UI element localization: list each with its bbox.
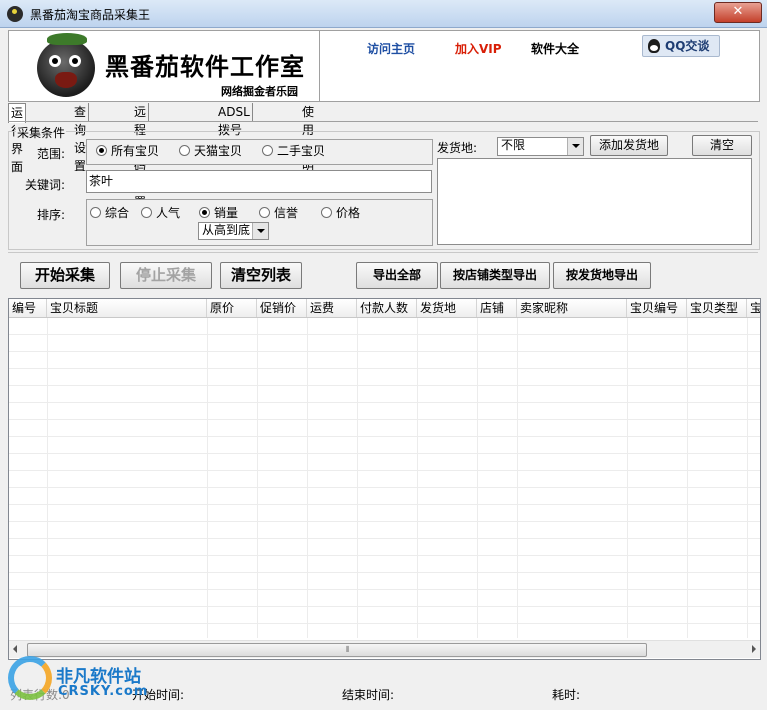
ship-label: 发货地: <box>437 141 478 155</box>
qq-penguin-icon <box>648 39 660 53</box>
window-title: 黑番茄淘宝商品采集王 <box>30 8 151 22</box>
col-header[interactable]: 原价 <box>207 299 257 317</box>
col-divider <box>307 318 308 638</box>
tab-adsl[interactable]: ADSL拨号设置 <box>216 103 253 155</box>
home-link[interactable]: 访问主页 <box>367 40 415 57</box>
qq-chat-label: QQ交谈 <box>665 39 710 53</box>
separator <box>8 252 758 253</box>
col-header[interactable]: 付款人数 <box>357 299 417 317</box>
crsky-logo-icon <box>8 656 52 700</box>
sort-radio-overall[interactable]: 综合 <box>90 206 129 220</box>
ship-list[interactable] <box>437 158 752 245</box>
sort-radio-popularity[interactable]: 人气 <box>141 206 180 220</box>
vip-link[interactable]: 加入VIP <box>455 40 502 57</box>
stop-button[interactable]: 停止采集 <box>120 262 212 289</box>
col-header[interactable]: 发货地 <box>417 299 477 317</box>
elapsed-time: 耗时: <box>552 688 581 702</box>
export-all-button[interactable]: 导出全部 <box>356 262 438 289</box>
export-by-ship-button[interactable]: 按发货地导出 <box>553 262 651 289</box>
scope-radio-secondhand[interactable]: 二手宝贝 <box>262 144 325 158</box>
tab-query-settings[interactable]: 查询设置 <box>72 103 90 173</box>
end-time: 结束时间: <box>342 688 395 702</box>
col-header[interactable]: 运费 <box>307 299 357 317</box>
sort-order-select[interactable]: 从高到底 <box>198 222 269 240</box>
col-header[interactable]: 编号 <box>9 299 47 317</box>
col-header[interactable]: 宝贝编号 <box>627 299 687 317</box>
results-table[interactable]: 编号 宝贝标题 原价 促销价 运费 付款人数 发货地 店铺 卖家昵称 宝贝编号 … <box>8 298 761 660</box>
app-icon <box>7 6 23 22</box>
close-button[interactable]: ✕ <box>714 2 762 23</box>
col-header[interactable]: 宝贝标题 <box>47 299 207 317</box>
sort-radio-price[interactable]: 价格 <box>321 206 360 220</box>
col-header[interactable]: 宝 <box>747 299 760 317</box>
col-divider <box>517 318 518 638</box>
scope-radio-tmall[interactable]: 天猫宝贝 <box>179 144 242 158</box>
tab-divider <box>8 121 758 122</box>
scope-radio-all[interactable]: 所有宝贝 <box>96 144 159 158</box>
ship-select[interactable]: 不限 <box>497 137 584 156</box>
keyword-label: 关键词: <box>25 178 66 192</box>
title-bar: 黑番茄淘宝商品采集王 ✕ <box>0 0 767 28</box>
logo: 黑番茄软件工作室 网络掘金者乐园 <box>9 31 320 101</box>
col-divider <box>687 318 688 638</box>
col-divider <box>477 318 478 638</box>
ship-value: 不限 <box>501 138 526 152</box>
clear-ship-button[interactable]: 清空 <box>692 135 752 156</box>
table-grid <box>9 318 760 638</box>
sort-label: 排序: <box>37 208 66 222</box>
software-link[interactable]: 软件大全 <box>531 40 579 57</box>
col-header[interactable]: 宝贝类型 <box>687 299 747 317</box>
scroll-right-icon[interactable] <box>752 645 756 653</box>
col-divider <box>357 318 358 638</box>
col-divider <box>747 318 748 638</box>
brand-title: 黑番茄软件工作室 <box>105 52 305 81</box>
col-divider <box>627 318 628 638</box>
sort-order-value: 从高到底 <box>202 223 251 237</box>
add-ship-button[interactable]: 添加发货地 <box>590 135 668 156</box>
tab-remote-captcha[interactable]: 远程打码设置 <box>132 103 150 209</box>
col-header[interactable]: 店铺 <box>477 299 517 317</box>
tab-help[interactable]: 使用说明 <box>300 103 316 173</box>
table-header: 编号 宝贝标题 原价 促销价 运费 付款人数 发货地 店铺 卖家昵称 宝贝编号 … <box>9 299 760 318</box>
banner: 黑番茄软件工作室 网络掘金者乐园 访问主页 加入VIP 软件大全 QQ交谈 <box>8 30 760 102</box>
tomato-mascot-icon <box>37 33 95 97</box>
chevron-down-icon <box>252 223 268 239</box>
watermark: 非凡软件站 CRSKY.com <box>4 652 164 708</box>
sort-radio-sales[interactable]: 销量 <box>199 206 238 220</box>
brand-slogan: 网络掘金者乐园 <box>221 85 298 98</box>
clear-list-button[interactable]: 清空列表 <box>220 262 302 289</box>
criteria-group-title: 采集条件 <box>16 124 67 141</box>
col-divider <box>207 318 208 638</box>
col-divider <box>417 318 418 638</box>
qq-chat-button[interactable]: QQ交谈 <box>642 35 720 57</box>
start-button[interactable]: 开始采集 <box>20 262 110 289</box>
col-header[interactable]: 卖家昵称 <box>517 299 627 317</box>
col-header[interactable]: 促销价 <box>257 299 307 317</box>
chevron-down-icon <box>567 138 583 155</box>
scope-label: 范围: <box>37 147 66 161</box>
col-divider <box>257 318 258 638</box>
sort-radio-credit[interactable]: 信誉 <box>259 206 298 220</box>
keyword-input[interactable]: 茶叶 <box>86 170 432 193</box>
watermark-site: CRSKY.com <box>58 684 149 699</box>
tab-run[interactable]: 运行界面 <box>8 103 27 174</box>
export-by-shop-button[interactable]: 按店铺类型导出 <box>440 262 550 289</box>
col-divider <box>47 318 48 638</box>
